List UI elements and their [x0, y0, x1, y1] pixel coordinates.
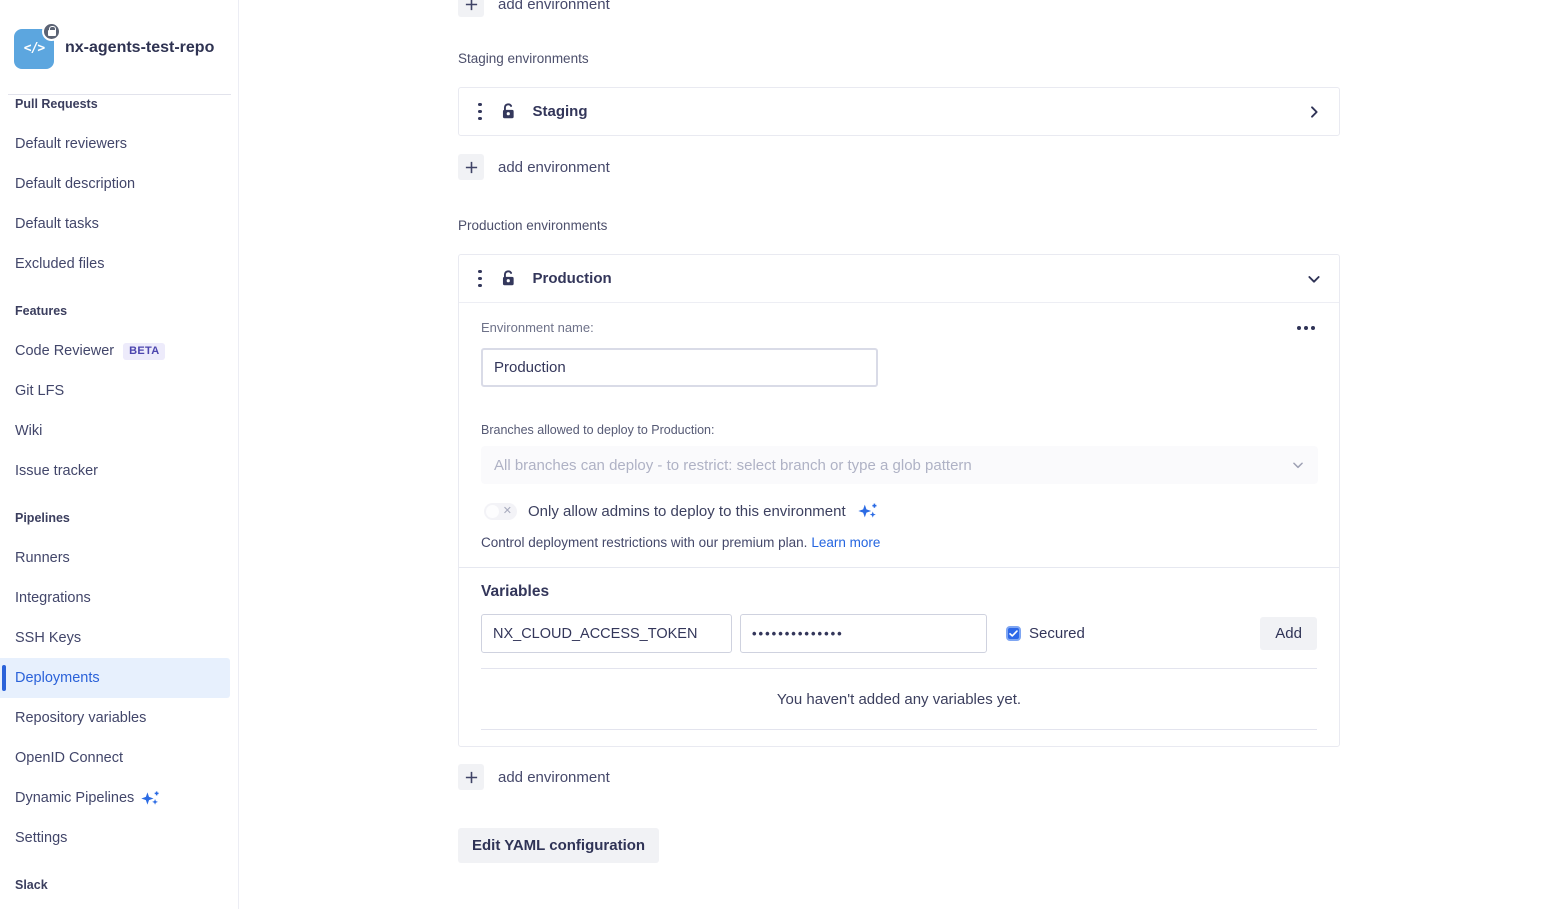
environment-name: Production [533, 270, 612, 287]
add-environment-button-staging[interactable]: add environment [458, 154, 1340, 180]
sidebar-item-label: Dynamic Pipelines [15, 790, 134, 806]
add-environment-label: add environment [498, 159, 610, 176]
production-environment-header[interactable]: Production [459, 255, 1339, 303]
unlock-icon [499, 102, 518, 121]
add-environment-button-production[interactable]: add environment [458, 764, 1340, 790]
divider [481, 729, 1317, 730]
sidebar-item-wiki[interactable]: Wiki [0, 411, 230, 451]
unlock-icon [499, 269, 518, 288]
admins-only-toggle-label: Only allow admins to deploy to this envi… [528, 503, 846, 520]
variable-value-input[interactable] [740, 614, 987, 653]
environment-name-label: Environment name: [481, 320, 594, 335]
branches-select[interactable]: All branches can deploy - to restrict: s… [481, 446, 1318, 484]
chevron-down-icon [1291, 458, 1305, 472]
sidebar-menu: Pull Requests Default reviewers Default … [0, 0, 230, 909]
add-environment-label: add environment [498, 0, 610, 13]
repository-settings-page: Pull Requests Default reviewers Default … [0, 0, 1555, 909]
chevron-right-icon[interactable] [1306, 104, 1322, 120]
secured-checkbox[interactable] [1006, 626, 1021, 641]
sidebar-header-pipelines: Pipelines [0, 498, 230, 538]
variables-empty-message: You haven't added any variables yet. [481, 669, 1317, 729]
plus-icon [458, 764, 484, 790]
sidebar-item-repository-variables[interactable]: Repository variables [0, 698, 230, 738]
sidebar-item-runners[interactable]: Runners [0, 538, 230, 578]
sidebar-item-openid-connect[interactable]: OpenID Connect [0, 738, 230, 778]
production-environment-body: Environment name: Branches allowed to de… [459, 303, 1339, 746]
deployments-settings-content: add environment Staging environments Sta… [239, 0, 1555, 909]
add-variable-button[interactable]: Add [1260, 617, 1317, 650]
toggle-off-x-icon: ✕ [503, 504, 512, 517]
settings-sidebar: Pull Requests Default reviewers Default … [0, 0, 239, 909]
sidebar-item-default-reviewers[interactable]: Default reviewers [0, 124, 230, 164]
sparkles-icon [140, 788, 161, 809]
beta-badge: BETA [123, 343, 165, 360]
premium-plan-text: Control deployment restrictions with our… [481, 535, 807, 550]
chevron-down-icon[interactable] [1306, 271, 1322, 287]
repo-avatar[interactable]: </> [14, 29, 54, 69]
sidebar-header-slack: Slack [0, 865, 230, 905]
sidebar-item-deployments[interactable]: Deployments [0, 658, 230, 698]
sidebar-item-ssh-keys[interactable]: SSH Keys [0, 618, 230, 658]
repo-header: </> nx-agents-test-repo [0, 0, 238, 95]
environment-name: Staging [533, 103, 588, 120]
secured-checkbox-label: Secured [1029, 625, 1085, 642]
add-environment-button-top[interactable]: add environment [458, 0, 1340, 17]
code-icon: </> [24, 41, 44, 56]
environment-name-input[interactable] [481, 348, 878, 387]
branches-allowed-label: Branches allowed to deploy to Production… [481, 423, 1317, 437]
staging-environments-label: Staging environments [458, 51, 1340, 66]
variable-name-input[interactable] [481, 614, 732, 653]
repo-name: nx-agents-test-repo [65, 39, 214, 57]
sidebar-item-label: Code Reviewer [15, 343, 114, 359]
branches-select-placeholder: All branches can deploy - to restrict: s… [494, 457, 1291, 474]
sidebar-item-slack-settings[interactable]: Settings [0, 905, 230, 909]
drag-handle-icon[interactable] [476, 101, 484, 123]
sidebar-item-dynamic-pipelines[interactable]: Dynamic Pipelines [0, 778, 230, 818]
drag-handle-icon[interactable] [476, 268, 484, 290]
sidebar-item-pipelines-settings[interactable]: Settings [0, 818, 230, 858]
variables-title: Variables [481, 583, 1317, 601]
staging-environment-card: Staging [458, 87, 1340, 136]
more-options-button[interactable] [1295, 322, 1317, 334]
sidebar-item-issue-tracker[interactable]: Issue tracker [0, 451, 230, 491]
sidebar-header-features: Features [0, 291, 230, 331]
plus-icon [458, 154, 484, 180]
sidebar-item-default-description[interactable]: Default description [0, 164, 230, 204]
sidebar-item-integrations[interactable]: Integrations [0, 578, 230, 618]
admins-only-toggle[interactable]: ✕ [484, 503, 517, 520]
sidebar-item-default-tasks[interactable]: Default tasks [0, 204, 230, 244]
sidebar-item-git-lfs[interactable]: Git LFS [0, 371, 230, 411]
add-environment-label: add environment [498, 769, 610, 786]
staging-environment-header[interactable]: Staging [459, 88, 1339, 135]
learn-more-link[interactable]: Learn more [811, 535, 880, 550]
section-divider [459, 567, 1339, 568]
private-repo-lock-badge [42, 22, 61, 41]
sidebar-item-code-reviewer[interactable]: Code Reviewer BETA [0, 331, 230, 371]
sidebar-item-excluded-files[interactable]: Excluded files [0, 244, 230, 284]
production-environments-label: Production environments [458, 218, 1340, 233]
edit-yaml-configuration-button[interactable]: Edit YAML configuration [458, 828, 659, 863]
sparkles-icon [857, 500, 879, 522]
production-environment-card: Production Environment name: Branches al… [458, 254, 1340, 747]
plus-icon [458, 0, 484, 17]
